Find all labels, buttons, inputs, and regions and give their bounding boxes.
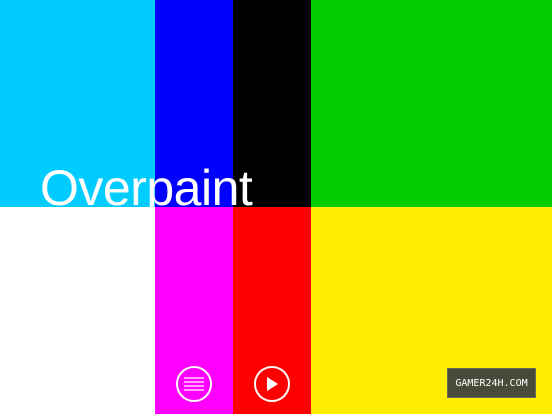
game-title: Overpaint — [40, 160, 253, 216]
play-button[interactable] — [254, 366, 290, 402]
watermark: GAMER24H.COM — [447, 368, 536, 398]
menu-button[interactable] — [176, 366, 212, 402]
hamburger-menu-icon — [184, 377, 204, 391]
game-screen: Overpaint GAMER24H.COM — [0, 0, 552, 414]
white-block — [0, 207, 155, 414]
play-icon — [267, 377, 278, 391]
green-block — [311, 0, 552, 207]
